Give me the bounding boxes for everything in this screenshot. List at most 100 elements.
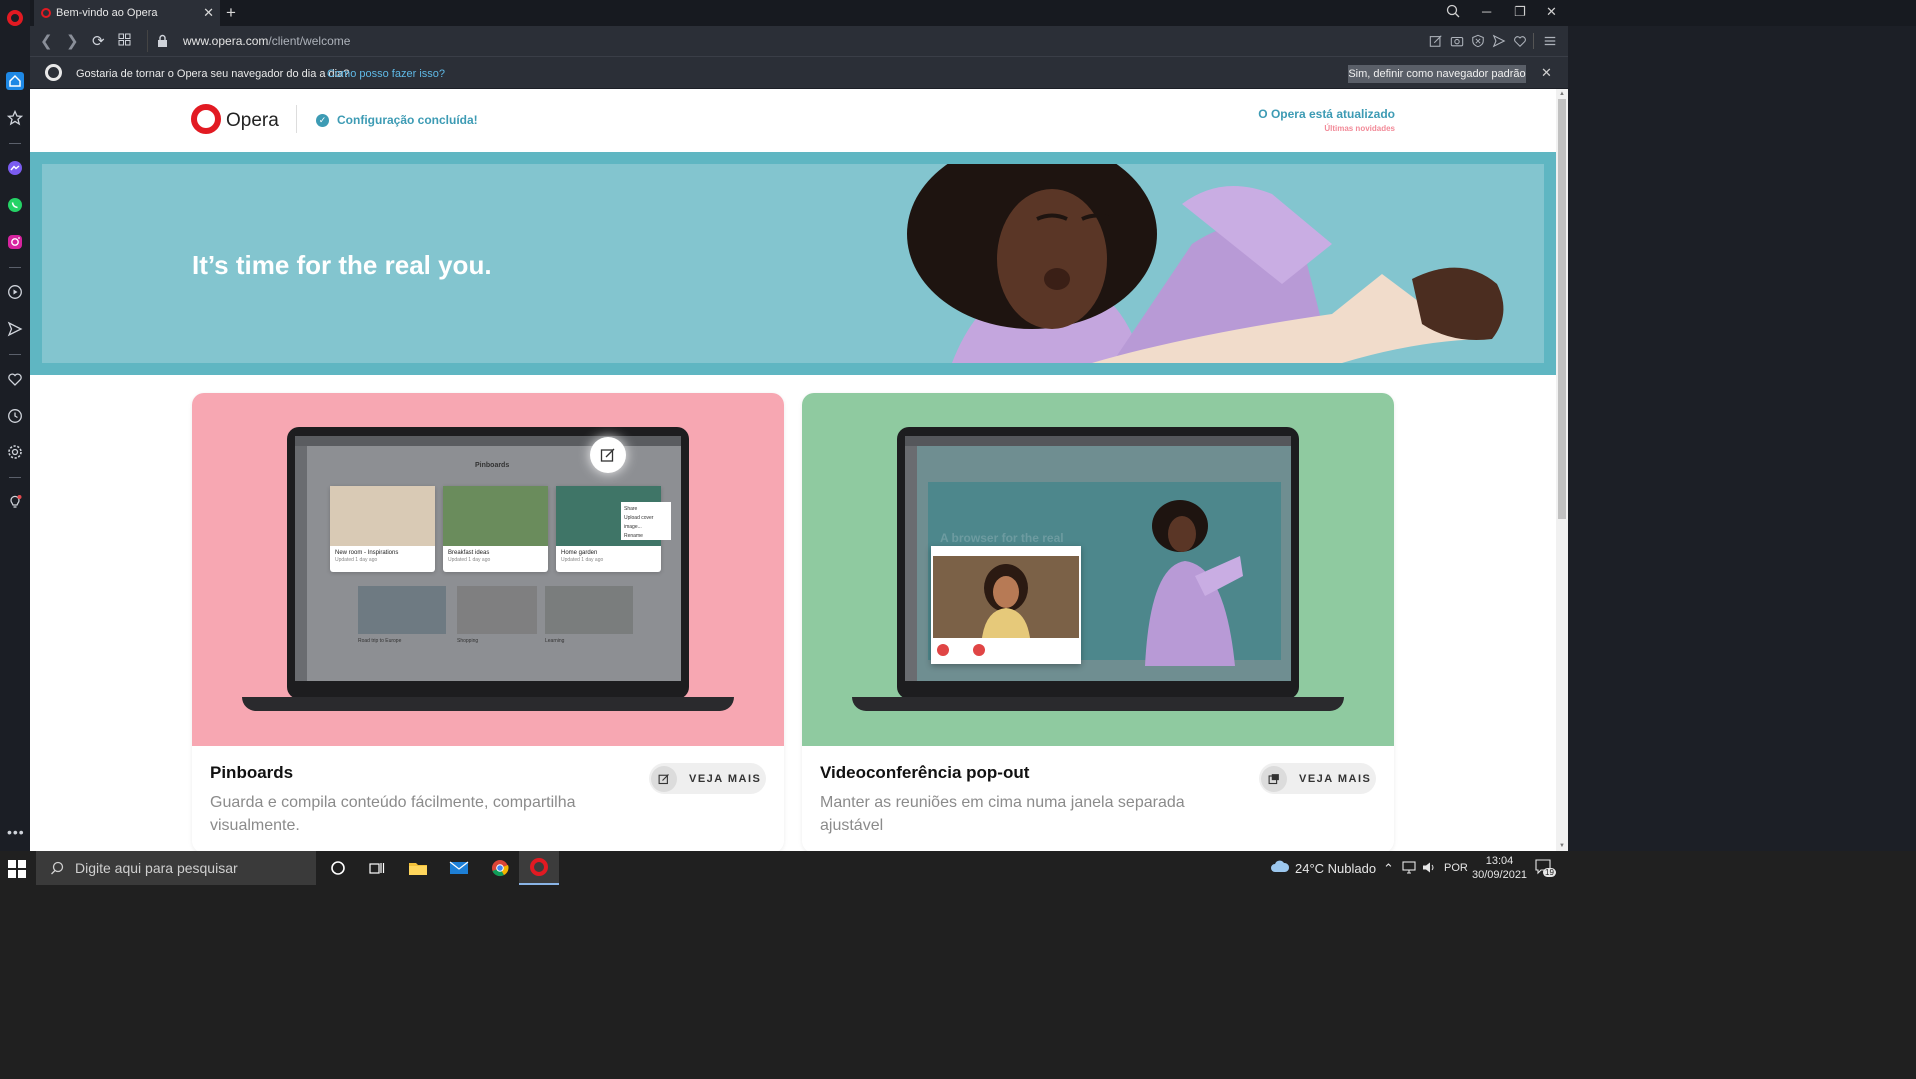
screen-pinboards-title: Pinboards (475, 462, 510, 469)
opera-taskbar-icon[interactable] (519, 851, 559, 885)
screen-video-popout (931, 546, 1081, 664)
clock-date: 30/09/2021 (1472, 869, 1528, 881)
page-scrollbar[interactable]: ▲ ▼ (1556, 89, 1568, 851)
infobar-close-icon[interactable]: ✕ (1541, 65, 1552, 81)
screen-woman-image (1145, 500, 1243, 666)
snapshot-camera-icon[interactable] (1449, 33, 1465, 49)
show-hidden-icons-chevron-icon[interactable]: ⌃ (1383, 861, 1394, 877)
back-icon[interactable]: ❮ (40, 32, 53, 50)
desktop-background (1568, 26, 1916, 851)
pinboard-icon (651, 765, 677, 792)
search-icon (51, 861, 64, 874)
pinboard-icon[interactable] (1428, 33, 1444, 49)
thumb-sub: Updated 1 day ago (448, 557, 491, 563)
opera-logo-text: Opera (226, 110, 279, 131)
infobar-help-link[interactable]: Como posso fazer isso? (327, 68, 445, 80)
sidebar-more-icon[interactable]: ••• (7, 824, 25, 840)
sidebar-divider (9, 143, 21, 144)
speed-dial-home-icon[interactable] (6, 72, 24, 90)
mail-icon[interactable] (439, 851, 479, 885)
video-popout-card[interactable]: A browser for the real Videoconferência … (802, 393, 1394, 851)
windows-start-icon[interactable] (8, 860, 26, 878)
thumb-title: New room - Inspirations (335, 550, 399, 556)
restore-icon[interactable]: ❐ (1514, 4, 1526, 20)
system-clock[interactable]: 13:04 30/09/2021 (1472, 854, 1527, 882)
pinboards-see-more-button[interactable]: VEJA MAIS (649, 763, 766, 794)
sidebar-divider (9, 477, 21, 478)
infobar-message: Gostaria de tornar o Opera seu navegador… (76, 68, 350, 80)
screen-lower-thumb (545, 586, 633, 634)
flow-send-icon[interactable] (6, 320, 24, 338)
thumb-title: Breakfast ideas (448, 550, 490, 556)
card-description: Manter as reuniões em cima numa janela s… (820, 794, 1185, 834)
screen: ••• Bem-vindo ao Opera ✕ + ─ ❐ ✕ ❮ ❯ ⟳ w… (0, 0, 1916, 1079)
bookmarks-star-icon[interactable] (6, 109, 24, 127)
hero-panel: It’s time for the real you. (42, 164, 1544, 363)
check-circle-icon: ✓ (316, 114, 329, 127)
url-path: /client/welcome (268, 34, 351, 48)
add-to-my-flow-heart-icon[interactable] (1512, 33, 1528, 49)
video-popout-see-more-button[interactable]: VEJA MAIS (1259, 763, 1376, 794)
pinboards-illustration: Pinboards New room - Inspirations Update… (192, 393, 784, 746)
cortana-icon[interactable] (318, 851, 358, 885)
pinboards-card[interactable]: Pinboards New room - Inspirations Update… (192, 393, 784, 851)
opera-tab-favicon (41, 8, 51, 18)
thumb-title: Road trip to Europe (358, 638, 402, 644)
menu-item: Rename (624, 533, 643, 539)
weather-cloud-icon[interactable] (1270, 859, 1290, 876)
config-status: Configuração concluída! (337, 113, 478, 127)
file-explorer-icon[interactable] (398, 851, 438, 885)
hero-banner: It’s time for the real you. (30, 152, 1556, 375)
scrollbar-thumb[interactable] (1558, 99, 1566, 519)
input-language[interactable]: POR (1444, 862, 1468, 874)
card-title: Pinboards (210, 763, 294, 782)
forward-icon[interactable]: ❯ (66, 32, 79, 50)
video-popout-icon (1261, 765, 1287, 792)
settings-gear-icon[interactable] (6, 443, 24, 461)
whatsapp-icon[interactable] (6, 196, 24, 214)
title-bar: Bem-vindo ao Opera ✕ + ─ ❐ ✕ (30, 0, 1916, 26)
instagram-icon[interactable] (6, 233, 24, 251)
taskbar-search-box[interactable]: Digite aqui para pesquisar (36, 851, 316, 885)
url-field[interactable]: www.opera.com/client/welcome (183, 34, 350, 48)
tips-lightbulb-icon[interactable] (6, 493, 24, 511)
pinboard-add-icon (590, 437, 626, 473)
opera-logo-icon (191, 104, 221, 134)
lock-icon[interactable] (157, 34, 168, 51)
close-window-icon[interactable]: ✕ (1546, 4, 1557, 20)
history-clock-icon[interactable] (6, 407, 24, 425)
adblock-shield-icon[interactable] (1470, 33, 1486, 49)
laptop-mockup: Pinboards New room - Inspirations Update… (242, 427, 734, 715)
network-icon[interactable] (1402, 861, 1416, 877)
task-view-icon[interactable] (357, 851, 397, 885)
minimize-icon[interactable]: ─ (1482, 4, 1491, 19)
new-tab-icon[interactable]: + (226, 3, 236, 23)
chrome-icon[interactable] (480, 851, 520, 885)
set-default-button[interactable]: Sim, definir como navegador padrão (1348, 65, 1526, 83)
screen-thumb-1: New room - Inspirations Updated 1 day ag… (330, 486, 435, 572)
welcome-page: Opera ✓ Configuração concluída! O Opera … (30, 89, 1556, 851)
notification-count: 19 (1543, 868, 1556, 877)
tab-grid-icon[interactable] (118, 33, 131, 50)
action-center-icon[interactable]: 19 (1535, 859, 1556, 879)
thumb-title: Home garden (561, 550, 598, 556)
see-more-label: VEJA MAIS (689, 772, 762, 785)
volume-icon[interactable] (1422, 861, 1436, 877)
opera-logo-icon (45, 64, 62, 81)
player-icon[interactable] (6, 283, 24, 301)
weather-text[interactable]: 24°C Nublado (1295, 861, 1376, 876)
header-divider (296, 105, 297, 133)
screen-lower-thumb (457, 586, 537, 634)
flow-icon[interactable] (1491, 33, 1507, 49)
easy-setup-menu-icon[interactable] (1542, 33, 1558, 49)
my-flow-heart-icon[interactable] (6, 370, 24, 388)
reload-icon[interactable]: ⟳ (92, 32, 105, 50)
latest-news-link[interactable]: Últimas novidades (1324, 124, 1395, 133)
search-tabs-icon[interactable] (1446, 4, 1460, 21)
hero-woman-image (907, 164, 1504, 363)
close-tab-icon[interactable]: ✕ (203, 6, 214, 19)
messenger-icon[interactable] (6, 159, 24, 177)
opera-menu-icon[interactable] (7, 10, 23, 26)
tab-welcome[interactable]: Bem-vindo ao Opera ✕ (34, 0, 220, 26)
see-more-label: VEJA MAIS (1299, 772, 1372, 785)
